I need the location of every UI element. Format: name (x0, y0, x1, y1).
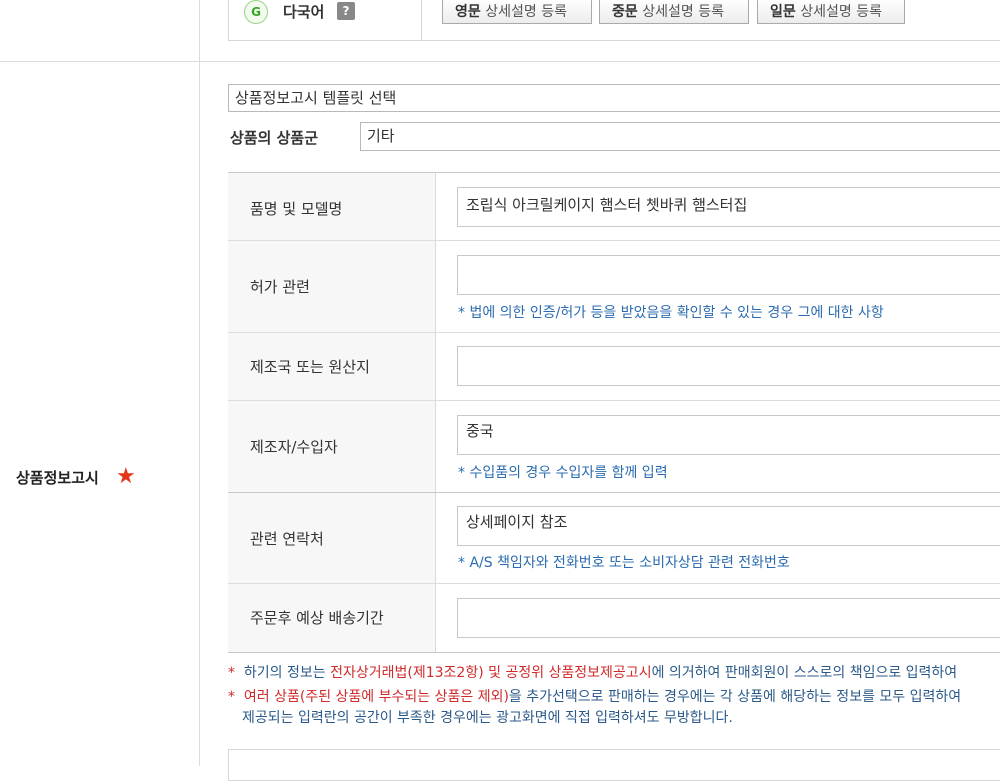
japanese-button-text: 상세설명 등록 (800, 4, 882, 20)
row-divider (228, 400, 1000, 401)
notice-legal-pre: 하기의 정보는 (243, 665, 331, 681)
chinese-button-text: 상세설명 등록 (642, 4, 724, 20)
field-label-manufacturer: 제조자/수입자 (250, 438, 338, 456)
english-label: 영문 (455, 4, 481, 20)
english-button-text: 상세설명 등록 (485, 4, 567, 20)
notice-space-text: 제공되는 입력란의 공간이 부족한 경우에는 광고화면에 직접 입력하셔도 무방… (242, 710, 733, 726)
notice-legal-highlight: 전자상거래법(제13조2항) 및 공정위 상품정보제공고시 (330, 665, 652, 681)
chinese-detail-button[interactable]: 중문 상세설명 등록 (599, 0, 749, 24)
origin-input[interactable] (457, 346, 1000, 386)
required-star-icon: ★ (116, 464, 136, 489)
help-icon[interactable]: ? (337, 2, 355, 20)
manufacturer-hint: * 수입품의 경우 수입자를 함께 입력 (458, 465, 668, 481)
multilingual-divider (421, 0, 422, 40)
product-group-label: 상품의 상품군 (230, 129, 319, 147)
permit-input[interactable] (457, 255, 1000, 295)
multilingual-label: 다국어 (283, 3, 325, 21)
table-bottom-border (228, 652, 1000, 653)
section-label: 상품정보고시 (16, 469, 99, 487)
manufacturer-input[interactable]: 중국 (457, 415, 1000, 455)
english-detail-button[interactable]: 영문 상세설명 등록 (442, 0, 592, 24)
template-select-value: 상품정보고시 템플릿 선택 (235, 89, 397, 107)
row-divider (228, 332, 1000, 333)
model-name-input[interactable]: 조립식 아크릴케이지 햄스터 쳇바퀴 햄스터집 (457, 187, 1000, 227)
contact-value: 상세페이지 참조 (466, 513, 568, 531)
delivery-period-input[interactable] (457, 598, 1000, 638)
japanese-detail-button[interactable]: 일문 상세설명 등록 (757, 0, 905, 24)
manufacturer-value: 중국 (466, 422, 494, 440)
notice-legal-post: 에 의거하여 판매회원이 스스로의 책임으로 입력하여 (651, 665, 958, 681)
global-icon: G (244, 0, 268, 24)
contact-input[interactable]: 상세페이지 참조 (457, 506, 1000, 546)
row-divider (228, 583, 1000, 584)
field-label-origin: 제조국 또는 원산지 (250, 358, 370, 376)
japanese-label: 일문 (770, 4, 796, 20)
field-label-model: 품명 및 모델명 (250, 200, 343, 218)
next-block-border (228, 749, 1000, 781)
notice-mark: * (228, 665, 235, 681)
label-column-divider (199, 0, 200, 766)
contact-hint: * A/S 책임자와 전화번호 또는 소비자상담 관련 전화번호 (458, 555, 790, 571)
section-top-border (0, 61, 1000, 62)
row-divider (228, 240, 1000, 241)
notice-mark: * (228, 689, 235, 705)
notice-multiple-post: 을 추가선택으로 판매하는 경우에는 각 상품에 해당하는 정보를 모두 입력하… (508, 689, 962, 705)
field-label-permit: 허가 관련 (250, 278, 310, 296)
notice-legal: * 하기의 정보는 전자상거래법(제13조2항) 및 공정위 상품정보제공고시에… (228, 662, 957, 682)
model-name-value: 조립식 아크릴케이지 햄스터 쳇바퀴 햄스터집 (466, 196, 748, 214)
product-group-select[interactable]: 기타 (360, 122, 1000, 151)
product-group-value: 기타 (367, 127, 395, 145)
field-label-delivery: 주문후 예상 배송기간 (250, 609, 384, 627)
notice-space: 제공되는 입력란의 공간이 부족한 경우에는 광고화면에 직접 입력하셔도 무방… (242, 707, 733, 727)
chinese-label: 중문 (612, 4, 638, 20)
permit-hint: * 법에 의한 인증/허가 등을 받았음을 확인할 수 있는 경우 그에 대한 … (458, 305, 884, 321)
template-select[interactable]: 상품정보고시 템플릿 선택 (228, 84, 1000, 112)
notice-multiple-highlight: 여러 상품(주된 상품에 부수되는 상품은 제외) (243, 689, 509, 705)
row-divider (228, 492, 1000, 493)
field-label-contact: 관련 연락처 (250, 530, 324, 548)
notice-multiple: * 여러 상품(주된 상품에 부수되는 상품은 제외)을 추가선택으로 판매하는… (228, 686, 961, 706)
